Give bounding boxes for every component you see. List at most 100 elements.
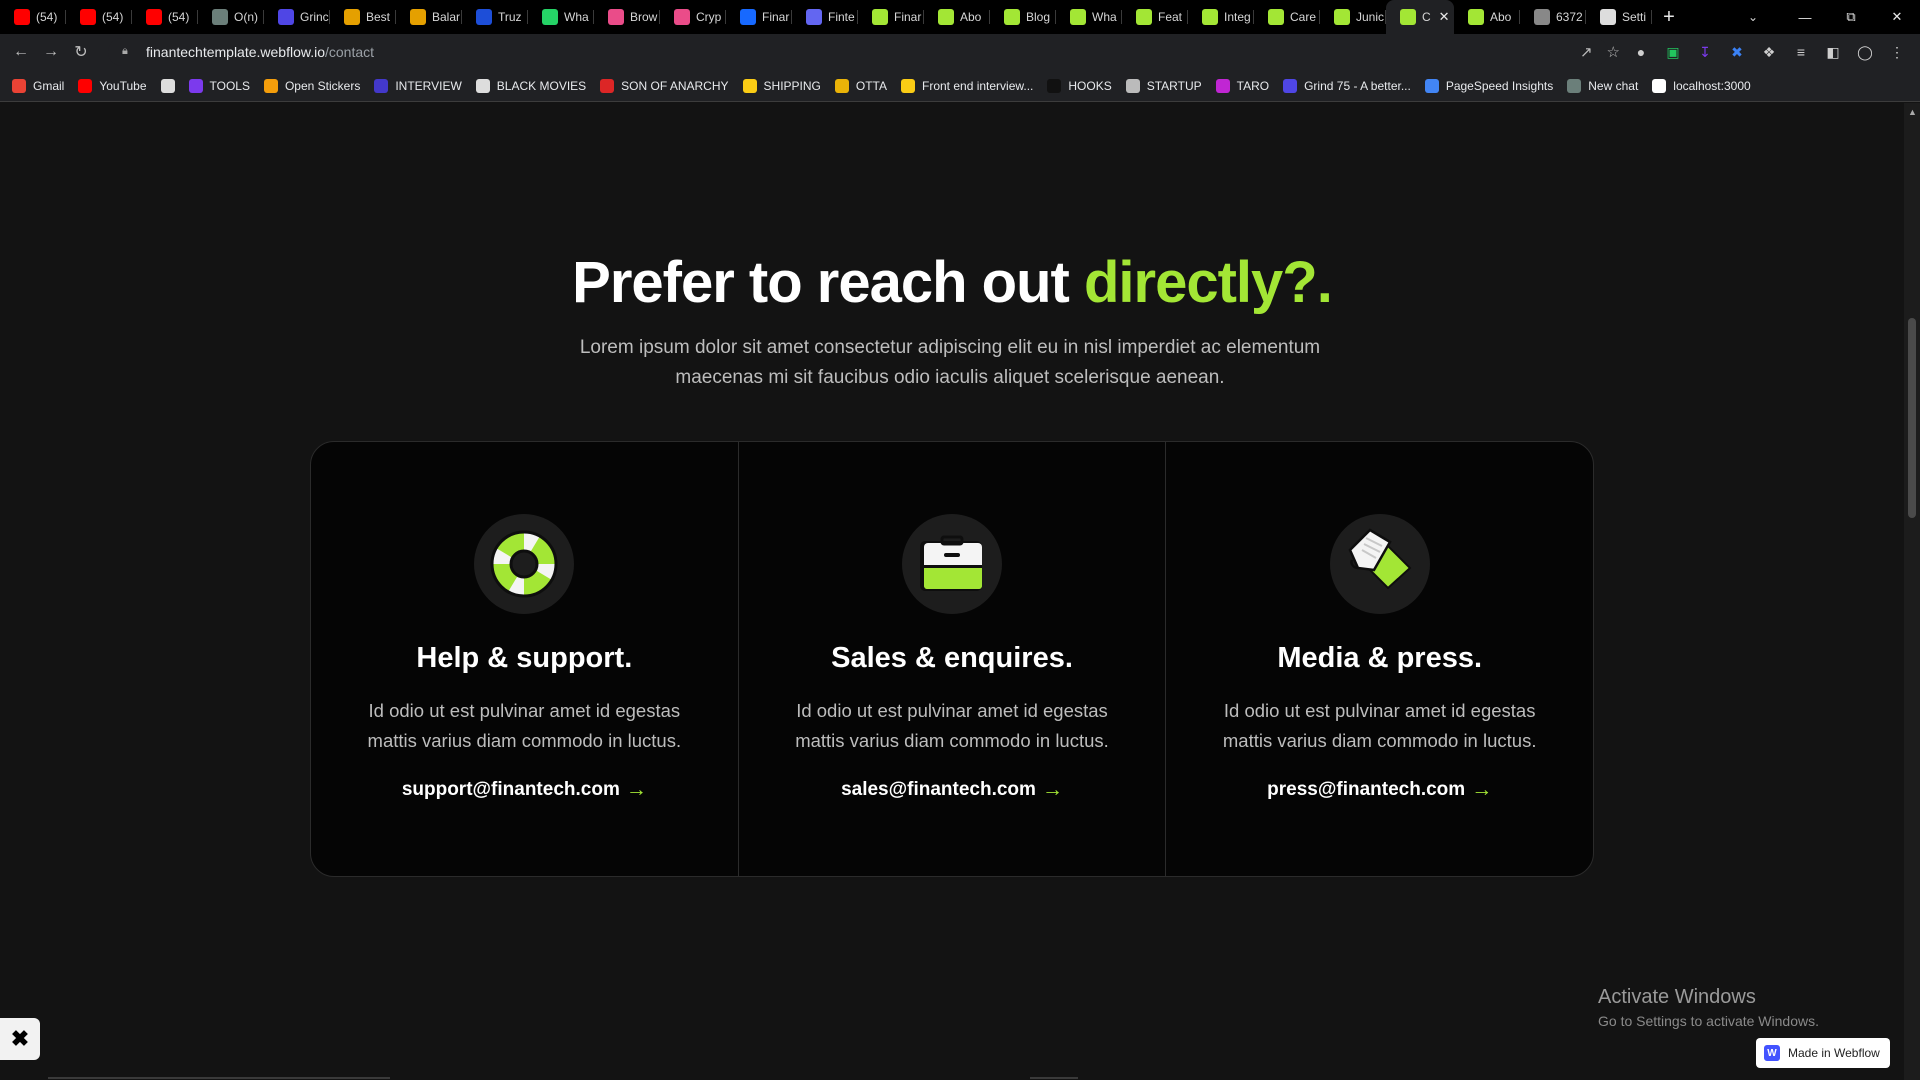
download-icon[interactable]: ↧ [1694,41,1716,63]
bookmark-5[interactable]: INTERVIEW [374,78,462,93]
tab-24[interactable]: Setti [1586,0,1652,34]
globe-icon [475,78,490,93]
bookmark-12[interactable]: STARTUP [1125,78,1202,93]
tab-22[interactable]: Abo [1454,0,1520,34]
tab-5[interactable]: Best [330,0,396,34]
close-window-button[interactable]: ✕ [1874,0,1920,34]
bookmark-14[interactable]: Grind 75 - A better... [1283,78,1411,93]
contact-cards: Help & support. Id odio ut est pulvinar … [310,441,1594,877]
tab-label: 6372 [1556,10,1583,24]
tab-10[interactable]: Cryp [660,0,726,34]
star-icon[interactable]: ☆ [1607,43,1620,61]
bookmark-16[interactable]: New chat [1567,78,1638,93]
tab-7[interactable]: Truz [462,0,528,34]
reload-button[interactable]: ↻ [66,37,96,67]
forward-button[interactable]: → [36,37,66,67]
profile-avatar[interactable]: ◯ [1854,41,1876,63]
scroll-up-icon[interactable]: ▲ [1908,107,1917,117]
menu-icon[interactable]: ⋮ [1886,41,1908,63]
address-bar[interactable]: 🔒︎ finantechtemplate.webflow.io/contact [108,38,1608,66]
bookmark-17[interactable]: localhost:3000 [1652,78,1751,93]
page-title-accent: directly?. [1083,250,1333,315]
close-tab-icon[interactable]: ✕ [1439,9,1450,25]
scrollbar-thumb[interactable] [1908,318,1916,518]
sales-email-link[interactable]: sales@finantech.com → [739,778,1166,802]
tab-23[interactable]: 6372 [1520,0,1586,34]
press-email[interactable]: press@finantech.com [1267,779,1465,801]
bookmark-15[interactable]: PageSpeed Insights [1424,78,1553,93]
tab-14[interactable]: Abo [924,0,990,34]
bookmark-13[interactable]: TARO [1215,78,1269,93]
bookmark-3[interactable]: TOOLS [188,78,250,93]
tab-4[interactable]: Grinc [264,0,330,34]
made-in-webflow-badge[interactable]: W Made in Webflow [1756,1038,1890,1068]
dot-icon [476,9,492,25]
bookmark-4[interactable]: Open Stickers [263,78,360,93]
arrow-right-icon[interactable]: → [1471,778,1492,802]
webflow-logo-icon: W [1764,1045,1780,1061]
extension-2-icon[interactable]: ▣ [1662,41,1684,63]
new-tab-button[interactable]: + [1652,0,1686,34]
tab-15[interactable]: Blog [990,0,1056,34]
tab-3[interactable]: O(n) [198,0,264,34]
share-icon[interactable]: ↗ [1580,43,1593,61]
support-email-link[interactable]: support@finantech.com → [311,778,738,802]
bookmark-9[interactable]: OTTA [834,78,887,93]
tab-label: Blog [1026,10,1051,24]
bookmark-0[interactable]: Gmail [12,78,65,93]
tab-search-icon[interactable]: ⌄ [1730,0,1776,34]
bookmark-2[interactable] [160,78,175,93]
bookmark-10[interactable]: Front end interview... [901,78,1033,93]
arrow-right-icon[interactable]: → [1042,778,1063,802]
bookmark-8[interactable]: SHIPPING [742,78,821,93]
arrow-right-icon[interactable]: → [626,778,647,802]
tab-17[interactable]: Feat [1122,0,1188,34]
bookmark-label: YouTube [99,78,147,93]
bookmark-1[interactable]: YouTube [78,78,147,93]
tab-16[interactable]: Wha [1056,0,1122,34]
card-text: Id odio ut est pulvinar amet id egestas … [795,700,1109,751]
tab-2[interactable]: (54) [132,0,198,34]
tab-13[interactable]: Finar [858,0,924,34]
lock-icon[interactable]: 🔒︎ [122,45,136,59]
bookmark-6[interactable]: BLACK MOVIES [475,78,586,93]
press-email-link[interactable]: press@finantech.com → [1166,778,1593,802]
url-host: finantechtemplate.webflow.io [146,44,325,60]
extension-3-icon[interactable]: ✖ [1726,41,1748,63]
card-title: Sales & enquires. [831,642,1073,674]
card-title: Help & support. [416,642,633,674]
card-text: Id odio ut est pulvinar amet id egestas … [1222,700,1537,751]
bookmark-7[interactable]: SON OF ANARCHY [600,78,729,93]
webflow-badge-label[interactable]: Made in Webflow [1788,1046,1880,1060]
tab-20[interactable]: Junic [1320,0,1386,34]
tab-6[interactable]: Balar [396,0,462,34]
tab-label: C [1422,10,1431,24]
tab-11[interactable]: Finar [726,0,792,34]
page-scrollbar[interactable]: ▲ [1904,103,1920,1080]
chevrons-icon [742,78,757,93]
tab-18[interactable]: Integ [1188,0,1254,34]
tab-21[interactable]: C ✕ [1386,0,1454,34]
support-email[interactable]: support@finantech.com [402,779,620,801]
extension-1-icon[interactable]: ● [1630,41,1652,63]
bookmark-label: OTTA [855,78,887,93]
tab-0[interactable]: (54) [0,0,66,34]
minimize-button[interactable]: — [1782,0,1828,34]
side-panel-icon[interactable]: ◧ [1822,41,1844,63]
sales-email[interactable]: sales@finantech.com [841,779,1036,801]
tab-9[interactable]: Brow [594,0,660,34]
tools-icon [188,78,203,93]
bookmark-11[interactable]: HOOKS [1047,78,1112,93]
back-button[interactable]: ← [6,37,36,67]
tab-19[interactable]: Care [1254,0,1320,34]
bookmark-label: Gmail [33,78,65,93]
restore-button[interactable]: ⧉ [1828,0,1874,34]
reading-list-icon[interactable]: ≡ [1790,41,1812,63]
close-icon[interactable]: ✖ [0,1018,40,1060]
window-controls: — ⧉ ✕ [1782,0,1920,34]
puzzle-icon[interactable]: ❖ [1758,41,1780,63]
tab-12[interactable]: Finte [792,0,858,34]
finantech-icon [938,9,954,25]
tab-8[interactable]: Wha [528,0,594,34]
tab-1[interactable]: (54) [66,0,132,34]
